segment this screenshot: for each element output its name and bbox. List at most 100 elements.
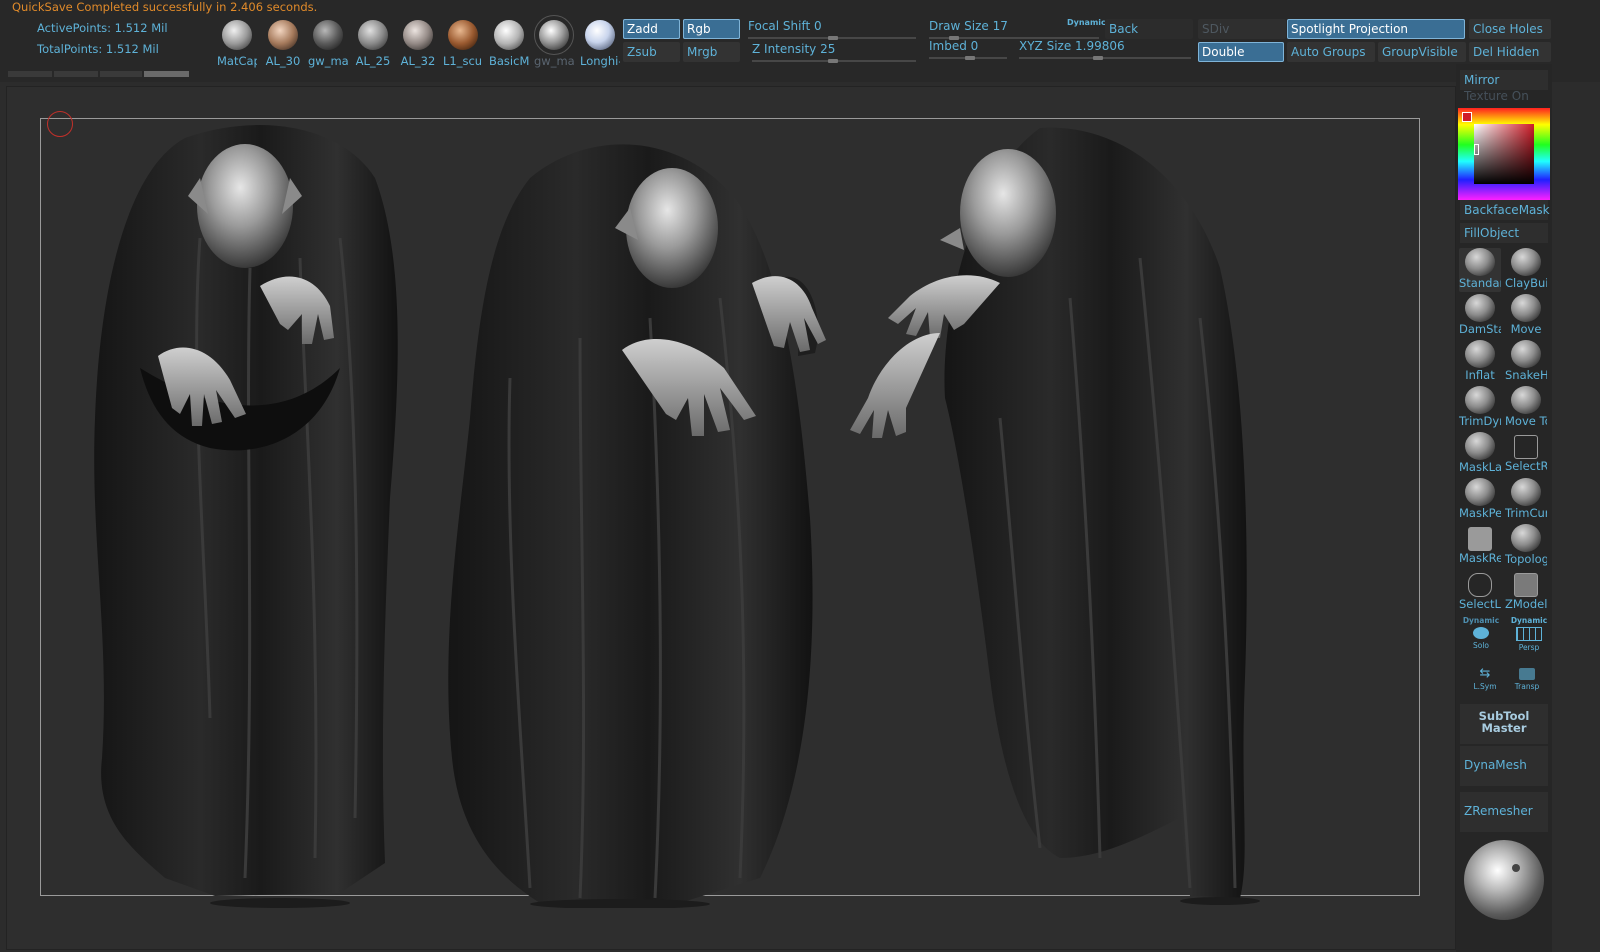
imbed-slider[interactable]: Imbed 0 xyxy=(929,39,1007,60)
slider-knob[interactable] xyxy=(965,56,975,60)
total-points: TotalPoints: 1.512 Mil xyxy=(37,42,159,56)
transparency-icon xyxy=(1519,668,1535,680)
solo-button[interactable]: Dynamic Solo xyxy=(1460,616,1502,656)
lsym-button[interactable]: ⇆ L.Sym xyxy=(1464,662,1506,702)
brush-damstandard[interactable]: DamStandard xyxy=(1459,294,1501,338)
group-visible-button[interactable]: GroupVisible xyxy=(1378,42,1466,62)
brush-zmodeler[interactable]: ZModeler xyxy=(1505,570,1547,614)
brush-topology[interactable]: Topology xyxy=(1505,524,1547,568)
double-button[interactable]: Double xyxy=(1198,42,1284,62)
figure-side xyxy=(850,127,1247,898)
main-color-swatch xyxy=(1462,112,1472,122)
material-sphere-icon xyxy=(494,20,524,50)
backface-mask-button[interactable]: BackfaceMask xyxy=(1460,200,1550,220)
material-sphere-icon xyxy=(448,20,478,50)
focal-shift-slider[interactable]: Focal Shift 0 xyxy=(748,19,916,40)
brush-maskpen[interactable]: MaskPen xyxy=(1459,478,1501,522)
persp-grid-icon xyxy=(1516,627,1542,641)
material-sphere-icon xyxy=(403,20,433,50)
mrgb-button[interactable]: Mrgb xyxy=(683,42,740,62)
brush-move[interactable]: Move xyxy=(1505,294,1547,338)
color-picker-square[interactable] xyxy=(1474,124,1534,184)
xyz-size-slider[interactable]: XYZ Size 1.99806 xyxy=(1019,39,1191,60)
brush-trimdynamic[interactable]: TrimDynamic xyxy=(1459,386,1501,430)
material-al30[interactable]: AL_30 xyxy=(263,20,303,68)
material-gwmax[interactable]: gw_max xyxy=(308,20,348,68)
zsub-button[interactable]: Zsub xyxy=(623,42,680,62)
zadd-button[interactable]: Zadd xyxy=(623,19,680,39)
brush-movetopo[interactable]: Move Topo xyxy=(1505,386,1547,430)
slider-knob[interactable] xyxy=(828,59,838,63)
z-intensity-slider[interactable]: Z Intensity 25 xyxy=(752,42,916,63)
brush-maskrect[interactable]: MaskRect xyxy=(1459,524,1501,568)
figure-front xyxy=(94,125,398,896)
topology-brush-icon xyxy=(1511,524,1541,552)
color-marker xyxy=(1474,144,1479,155)
zremesher-button[interactable]: ZRemesher xyxy=(1460,792,1548,832)
brush-trimcurve[interactable]: TrimCurve xyxy=(1505,478,1547,522)
snakehook-brush-icon xyxy=(1511,340,1541,368)
material-sphere-icon xyxy=(313,20,343,50)
nav-sphere-dot xyxy=(1512,864,1520,872)
doc-tab[interactable] xyxy=(8,71,52,77)
slider-knob[interactable] xyxy=(828,36,838,40)
dynamesh-button[interactable]: DynaMesh xyxy=(1460,746,1548,786)
spotlight-projection-button[interactable]: Spotlight Projection xyxy=(1287,19,1465,39)
material-gwmay[interactable]: gw_may xyxy=(534,15,574,68)
brush-selectlasso[interactable]: SelectLasso xyxy=(1459,570,1501,614)
damstandard-brush-icon xyxy=(1465,294,1495,322)
active-points: ActivePoints: 1.512 Mil xyxy=(37,21,168,35)
material-longhi[interactable]: Longhi-s xyxy=(580,20,620,68)
sculpt-render xyxy=(94,125,1260,908)
brush-standard[interactable]: Standard xyxy=(1459,248,1501,292)
dynamic-toggle[interactable]: Dynamic xyxy=(1067,18,1106,27)
symmetry-arrows-icon: ⇆ xyxy=(1479,666,1491,681)
persp-button[interactable]: Dynamic Persp xyxy=(1508,616,1550,656)
brush-cursor-icon xyxy=(47,111,73,137)
maskrect-icon xyxy=(1468,527,1492,551)
slider-knob[interactable] xyxy=(1093,56,1103,60)
inflat-brush-icon xyxy=(1465,340,1495,368)
material-sphere-icon xyxy=(534,15,574,55)
move-brush-icon xyxy=(1511,294,1541,322)
rgb-button[interactable]: Rgb xyxy=(683,19,740,39)
texture-on-toggle[interactable]: Texture On xyxy=(1460,86,1548,106)
material-l1sculpt[interactable]: L1_sculpt xyxy=(443,20,483,68)
fill-object-button[interactable]: FillObject xyxy=(1460,223,1548,243)
sdiv-slider[interactable]: SDiv xyxy=(1198,19,1286,39)
material-basic[interactable]: BasicMaterial xyxy=(489,20,529,68)
brush-inflat[interactable]: Inflat xyxy=(1459,340,1501,384)
trimdynamic-brush-icon xyxy=(1465,386,1495,414)
material-sphere-icon xyxy=(585,20,615,50)
del-hidden-button[interactable]: Del Hidden xyxy=(1469,42,1551,62)
auto-groups-button[interactable]: Auto Groups xyxy=(1287,42,1375,62)
material-sphere-icon xyxy=(358,20,388,50)
quicksave-status: QuickSave Completed successfully in 2.40… xyxy=(12,0,318,14)
brush-claybuild[interactable]: ClayBuild xyxy=(1505,248,1547,292)
subtool-master-button[interactable]: SubTool Master xyxy=(1460,704,1548,744)
doc-tab[interactable] xyxy=(100,71,142,77)
navigation-sphere-icon[interactable] xyxy=(1464,840,1544,920)
selectlasso-icon xyxy=(1468,573,1492,597)
maskpen-brush-icon xyxy=(1465,478,1495,506)
material-sphere-icon xyxy=(222,20,252,50)
doc-tab[interactable] xyxy=(54,71,98,77)
close-holes-button[interactable]: Close Holes xyxy=(1469,19,1551,39)
masklasso-brush-icon xyxy=(1465,432,1495,460)
solo-icon xyxy=(1473,627,1489,639)
doc-tab-active[interactable] xyxy=(144,71,189,77)
brush-masklasso[interactable]: MaskLasso xyxy=(1459,432,1501,476)
movetopo-brush-icon xyxy=(1511,386,1541,414)
material-al32[interactable]: AL_32 xyxy=(398,20,438,68)
claybuild-brush-icon xyxy=(1511,248,1541,276)
material-matcap[interactable]: MatCap xyxy=(217,20,257,68)
trimcurve-brush-icon xyxy=(1511,478,1541,506)
transp-button[interactable]: Transp xyxy=(1506,662,1548,702)
brush-selectrect[interactable]: SelectRect xyxy=(1505,432,1547,476)
back-button[interactable]: Back xyxy=(1105,19,1193,39)
material-sphere-icon xyxy=(268,20,298,50)
selectrect-icon xyxy=(1514,435,1538,459)
zmodeler-cube-icon xyxy=(1514,573,1538,597)
material-al25[interactable]: AL_25 xyxy=(353,20,393,68)
brush-snakehook[interactable]: SnakeHook xyxy=(1505,340,1547,384)
